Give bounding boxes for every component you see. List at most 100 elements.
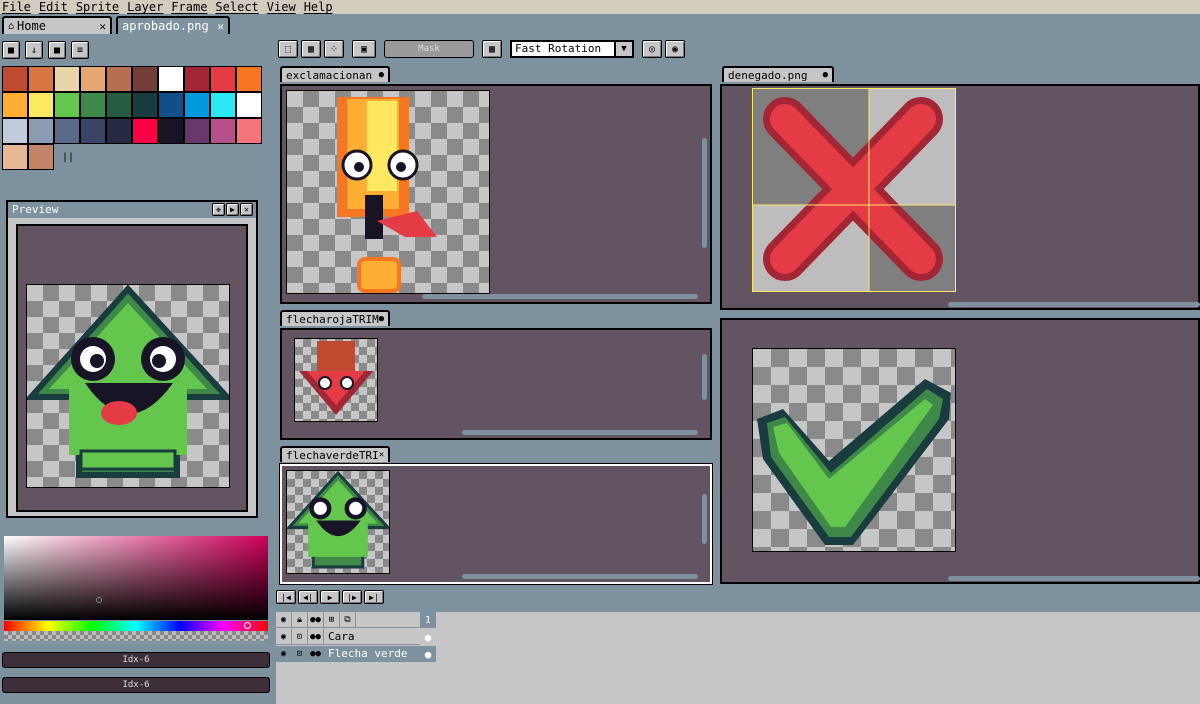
transform-icon[interactable]: ▣ — [352, 40, 376, 58]
hue-slider-handle[interactable] — [244, 622, 251, 629]
horizontal-scrollbar[interactable] — [948, 302, 1200, 307]
background-color-index[interactable]: Idx-6 — [2, 677, 270, 693]
horizontal-scrollbar[interactable] — [462, 574, 698, 579]
pivot-icon[interactable]: ▦ — [482, 40, 502, 58]
previous-frame-icon[interactable]: ◀| — [298, 590, 318, 604]
palette-swatch[interactable] — [184, 92, 210, 118]
horizontal-scrollbar[interactable] — [948, 576, 1200, 581]
layer-row-flecha-verde[interactable]: ◉ ⊡ ●● Flecha verde — [276, 645, 436, 662]
palette-swatch[interactable] — [28, 92, 54, 118]
palette-swatch[interactable] — [158, 92, 184, 118]
alpha-slider[interactable] — [4, 631, 268, 641]
palette-swatch[interactable] — [158, 66, 184, 92]
close-icon[interactable]: ✕ — [217, 20, 224, 33]
palette-swatch[interactable] — [236, 118, 262, 144]
menu-select[interactable]: Select — [213, 0, 264, 14]
horizontal-scrollbar[interactable] — [422, 294, 698, 299]
lock-icon[interactable]: ⊡ — [292, 645, 308, 662]
palette-resize-handle[interactable]: || — [62, 152, 74, 163]
tab-flecharoja[interactable]: flecharojaTRIM ● — [280, 310, 390, 326]
menu-icon[interactable]: ≡ — [71, 41, 89, 59]
eye-icon[interactable]: ◉ — [276, 611, 292, 628]
palette-swatch[interactable] — [132, 118, 158, 144]
play-icon[interactable]: ▶ — [320, 590, 340, 604]
chevron-down-icon[interactable]: ▼ — [614, 40, 634, 58]
menu-view[interactable]: View — [265, 0, 302, 14]
palette-swatch[interactable] — [2, 144, 28, 170]
menu-edit[interactable]: Edit — [37, 0, 74, 14]
vertical-scrollbar[interactable] — [702, 138, 707, 248]
rotate-icon[interactable]: ◎ — [642, 40, 662, 58]
select-rect-icon[interactable]: ⬚ — [278, 40, 298, 58]
palette-swatch[interactable] — [80, 118, 106, 144]
layer-row-cara[interactable]: ◉ ⊡ ●● Cara — [276, 628, 436, 645]
vertical-scrollbar[interactable] — [702, 494, 707, 544]
palette-swatch[interactable] — [54, 118, 80, 144]
palette-swatch[interactable] — [210, 118, 236, 144]
editor-aprobado[interactable] — [720, 318, 1200, 584]
continuous-icon[interactable]: ●● — [308, 611, 324, 628]
palette-swatch[interactable] — [28, 118, 54, 144]
lock-icon[interactable]: 🔒︎ — [292, 611, 308, 628]
palette-swatch[interactable] — [2, 92, 28, 118]
continuous-icon[interactable]: ●● — [308, 645, 324, 662]
menu-sprite[interactable]: Sprite — [74, 0, 125, 14]
palette-swatch[interactable] — [184, 66, 210, 92]
first-frame-icon[interactable]: |◀ — [276, 590, 296, 604]
palette-swatch[interactable] — [54, 92, 80, 118]
palette-swatch[interactable] — [132, 92, 158, 118]
palette-swatch[interactable] — [236, 66, 262, 92]
hue-slider[interactable] — [4, 621, 268, 631]
palette-swatch[interactable] — [158, 118, 184, 144]
arrow-down-icon[interactable]: ↓ — [25, 41, 43, 59]
picker-cursor[interactable] — [96, 597, 102, 603]
select-dots-icon[interactable]: ⁘ — [324, 40, 344, 58]
menu-file[interactable]: File — [0, 0, 37, 14]
palette-swatch[interactable] — [54, 66, 80, 92]
eye-icon[interactable]: ◉ — [276, 628, 292, 645]
editor-flechaverde[interactable] — [280, 464, 712, 584]
editor-flecharoja[interactable] — [280, 328, 712, 440]
layer-new-icon[interactable]: ⊞ — [324, 611, 340, 628]
layer-group-icon[interactable]: ⧉ — [340, 611, 356, 628]
palette-swatch[interactable] — [106, 66, 132, 92]
mask-button[interactable]: Mask — [384, 40, 474, 58]
last-frame-icon[interactable]: ▶| — [364, 590, 384, 604]
palette-swatch[interactable] — [2, 66, 28, 92]
play-icon[interactable]: ▶ — [226, 203, 239, 216]
palette-swatch[interactable] — [28, 144, 54, 170]
palette-swatch[interactable] — [184, 118, 210, 144]
close-icon[interactable]: ✕ — [99, 20, 106, 33]
palette-swatch[interactable] — [132, 66, 158, 92]
frame-number[interactable]: 1 — [420, 612, 436, 628]
tab-exclamacion[interactable]: exclamacionan ● — [280, 66, 390, 82]
palette-swatch[interactable] — [210, 92, 236, 118]
palette-swatch[interactable] — [80, 92, 106, 118]
next-frame-icon[interactable]: |▶ — [342, 590, 362, 604]
scale-icon[interactable]: ◉ — [665, 40, 685, 58]
tab-flechaverde[interactable]: flechaverdeTRI ✕ — [280, 446, 390, 462]
editor-exclamacion[interactable] — [280, 84, 712, 304]
close-icon[interactable]: ✕ — [240, 203, 253, 216]
square-icon[interactable]: ■ — [48, 41, 66, 59]
close-icon[interactable]: ✕ — [379, 450, 384, 460]
palette-swatch[interactable] — [28, 66, 54, 92]
lock-icon[interactable]: ⊡ — [292, 628, 308, 645]
palette-swatch[interactable] — [106, 118, 132, 144]
lock-icon[interactable]: ■ — [2, 41, 20, 59]
menu-help[interactable]: Help — [302, 0, 339, 14]
palette-swatch[interactable] — [80, 66, 106, 92]
horizontal-scrollbar[interactable] — [462, 430, 698, 435]
foreground-color-index[interactable]: Idx-6 — [2, 652, 270, 668]
editor-denegado[interactable] — [720, 84, 1200, 310]
palette-swatch[interactable] — [236, 92, 262, 118]
vertical-scrollbar[interactable] — [702, 354, 707, 400]
cel-icon[interactable]: ● — [420, 646, 436, 662]
continuous-icon[interactable]: ●● — [308, 628, 324, 645]
cel-icon[interactable]: ● — [420, 629, 436, 645]
eye-icon[interactable]: ◉ — [276, 645, 292, 662]
palette-swatch[interactable] — [106, 92, 132, 118]
menu-layer[interactable]: Layer — [125, 0, 169, 14]
tab-home[interactable]: ⌂ Home ✕ — [2, 16, 112, 34]
palette-swatch[interactable] — [210, 66, 236, 92]
